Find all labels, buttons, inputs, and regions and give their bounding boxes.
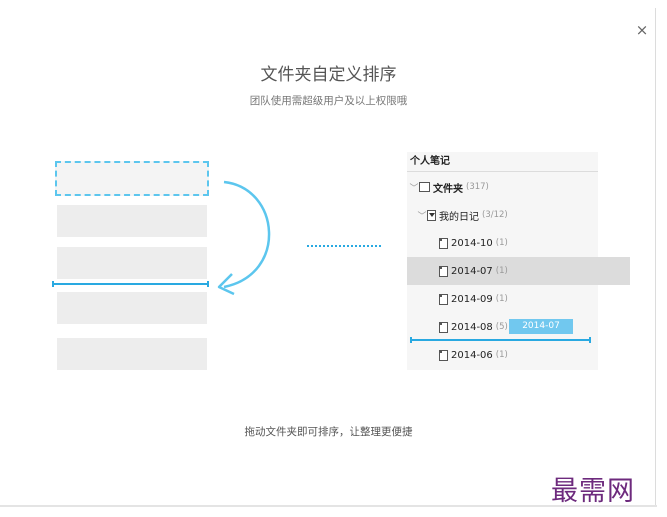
insert-indicator: [52, 281, 209, 287]
sort-dialog: × 文件夹自定义排序 团队使用需超级用户及以上权限哦 个人笔记 ﹀ 文件夹 (3…: [0, 0, 657, 505]
dragged-placeholder-bar: [55, 161, 209, 196]
notebook-icon: [439, 237, 448, 249]
tree-item-label: 2014-06: [451, 349, 493, 361]
drag-preview-tag: 2014-07: [509, 319, 573, 334]
watermark-logo: 最需网: [551, 476, 635, 507]
notes-tree-panel: 个人笔记 ﹀ 文件夹 (317) ﹀ 我的日记 (3/12) 2014-10 (…: [407, 152, 630, 370]
notebook-icon: [439, 265, 448, 277]
dialog-subtitle: 团队使用需超级用户及以上权限哦: [249, 95, 408, 107]
tree-item-label: 2014-09: [451, 293, 493, 305]
tree-item-diary[interactable]: ﹀ 我的日记 (3/12): [407, 201, 608, 229]
tree-item-label: 2014-10: [451, 237, 493, 249]
notebook-icon: [419, 182, 430, 192]
notebook-icon: [439, 293, 448, 305]
folder-bar: [57, 292, 207, 324]
tree-item-2014-10[interactable]: 2014-10 (1): [407, 229, 630, 257]
tree-item-count: (317): [466, 182, 489, 192]
chevron-down-icon[interactable]: ﹀: [417, 209, 427, 222]
tree-item-count: (5): [495, 322, 508, 332]
panel-header: 个人笔记: [407, 152, 598, 172]
dotted-connector: [307, 245, 381, 247]
curved-arrow-icon: [217, 180, 271, 296]
tree-item-label: 2014-08: [451, 321, 493, 333]
stack-icon: [427, 209, 436, 221]
notebook-icon: [439, 349, 448, 361]
dialog-footer-hint: 拖动文件夹即可排序，让整理更便捷: [244, 426, 413, 438]
tree-item-label: 文件夹: [433, 183, 463, 195]
tree-item-count: (1): [495, 350, 508, 360]
tree-item-count: (1): [495, 238, 508, 248]
drop-indicator: [410, 337, 591, 343]
tree-item-count: (1): [495, 266, 508, 276]
close-button[interactable]: ×: [632, 20, 652, 40]
folder-bar: [57, 338, 207, 370]
dialog-border: [655, 8, 656, 505]
tree-item-2014-09[interactable]: 2014-09 (1): [407, 285, 630, 313]
tree-item-count: (1): [495, 294, 508, 304]
dialog-title: 文件夹自定义排序: [260, 65, 397, 85]
notebook-icon: [439, 321, 448, 333]
folder-bar: [57, 205, 207, 237]
tree-item-2014-07[interactable]: 2014-07 (1): [407, 257, 630, 285]
tree-item-folder[interactable]: ﹀ 文件夹 (317): [407, 173, 600, 201]
tree-item-2014-06[interactable]: 2014-06 (1): [407, 341, 630, 369]
tree-item-label: 2014-07: [451, 265, 493, 277]
tree-item-count: (3/12): [482, 210, 508, 220]
chevron-down-icon[interactable]: ﹀: [409, 181, 419, 194]
folder-bar: [57, 247, 207, 279]
tree-item-label: 我的日记: [439, 211, 479, 223]
